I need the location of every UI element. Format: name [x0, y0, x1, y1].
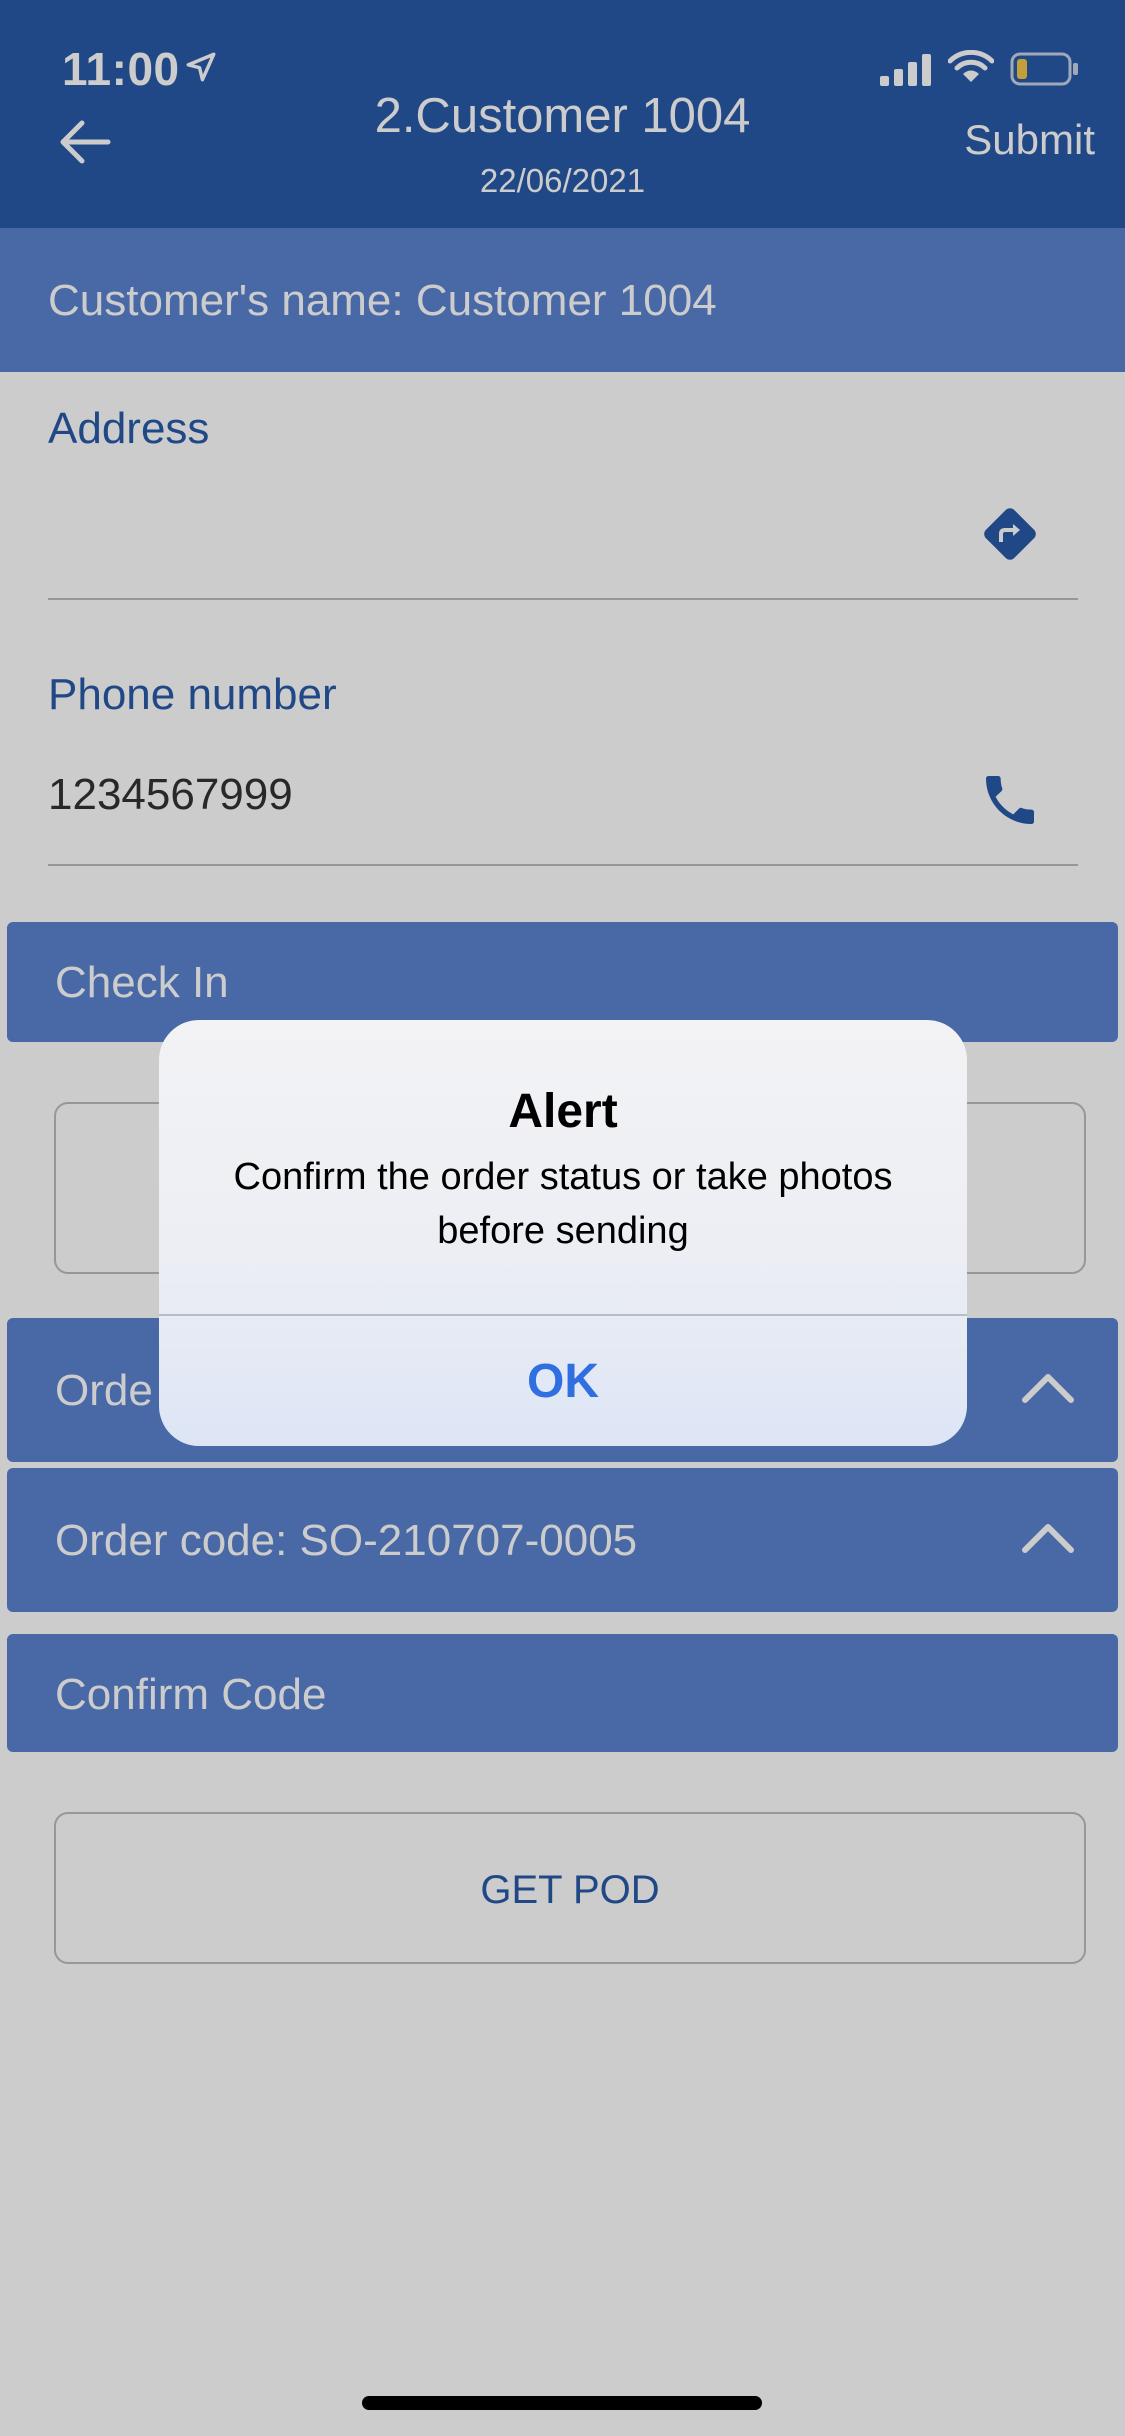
- alert-ok-button[interactable]: OK: [159, 1316, 967, 1446]
- alert-message: Confirm the order status or take photos …: [233, 1156, 893, 1252]
- alert-title: Alert: [508, 1085, 618, 1138]
- alert-dialog: Alert Confirm the order status or take p…: [159, 1020, 967, 1446]
- home-indicator: [362, 2396, 762, 2410]
